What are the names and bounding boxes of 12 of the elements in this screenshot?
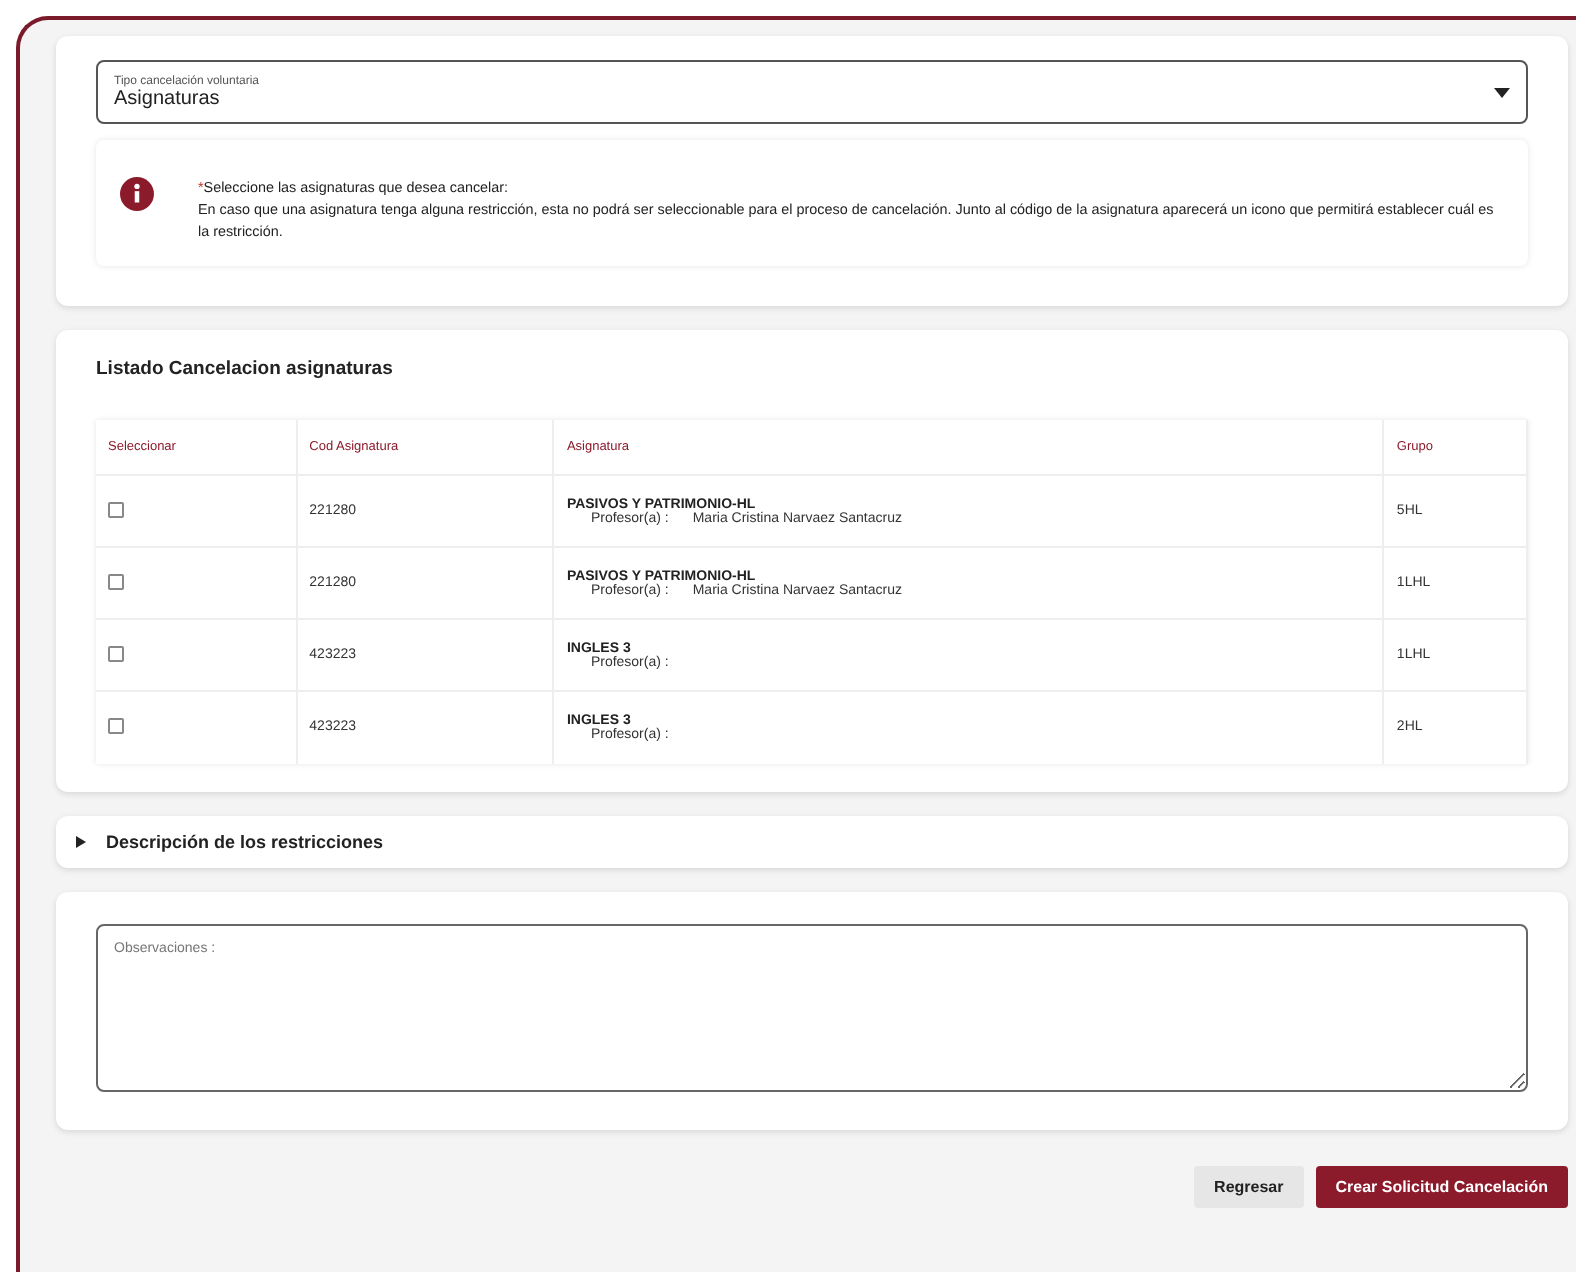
create-request-button[interactable]: Crear Solicitud Cancelación bbox=[1315, 1165, 1568, 1207]
dropdown-caret-icon bbox=[1494, 87, 1510, 97]
restrictions-title: Descripción de los restricciones bbox=[106, 831, 384, 851]
row-checkbox[interactable] bbox=[108, 573, 124, 589]
back-button[interactable]: Regresar bbox=[1194, 1165, 1304, 1207]
row-checkbox[interactable] bbox=[108, 645, 124, 661]
row-checkbox[interactable] bbox=[108, 717, 124, 734]
restrictions-panel[interactable]: Descripción de los restricciones bbox=[56, 815, 1568, 867]
select-value: Asignaturas bbox=[114, 87, 222, 109]
row-checkbox[interactable] bbox=[108, 501, 124, 517]
listing-title: Listado Cancelacion asignaturas bbox=[96, 358, 395, 380]
info-icon bbox=[120, 176, 154, 212]
